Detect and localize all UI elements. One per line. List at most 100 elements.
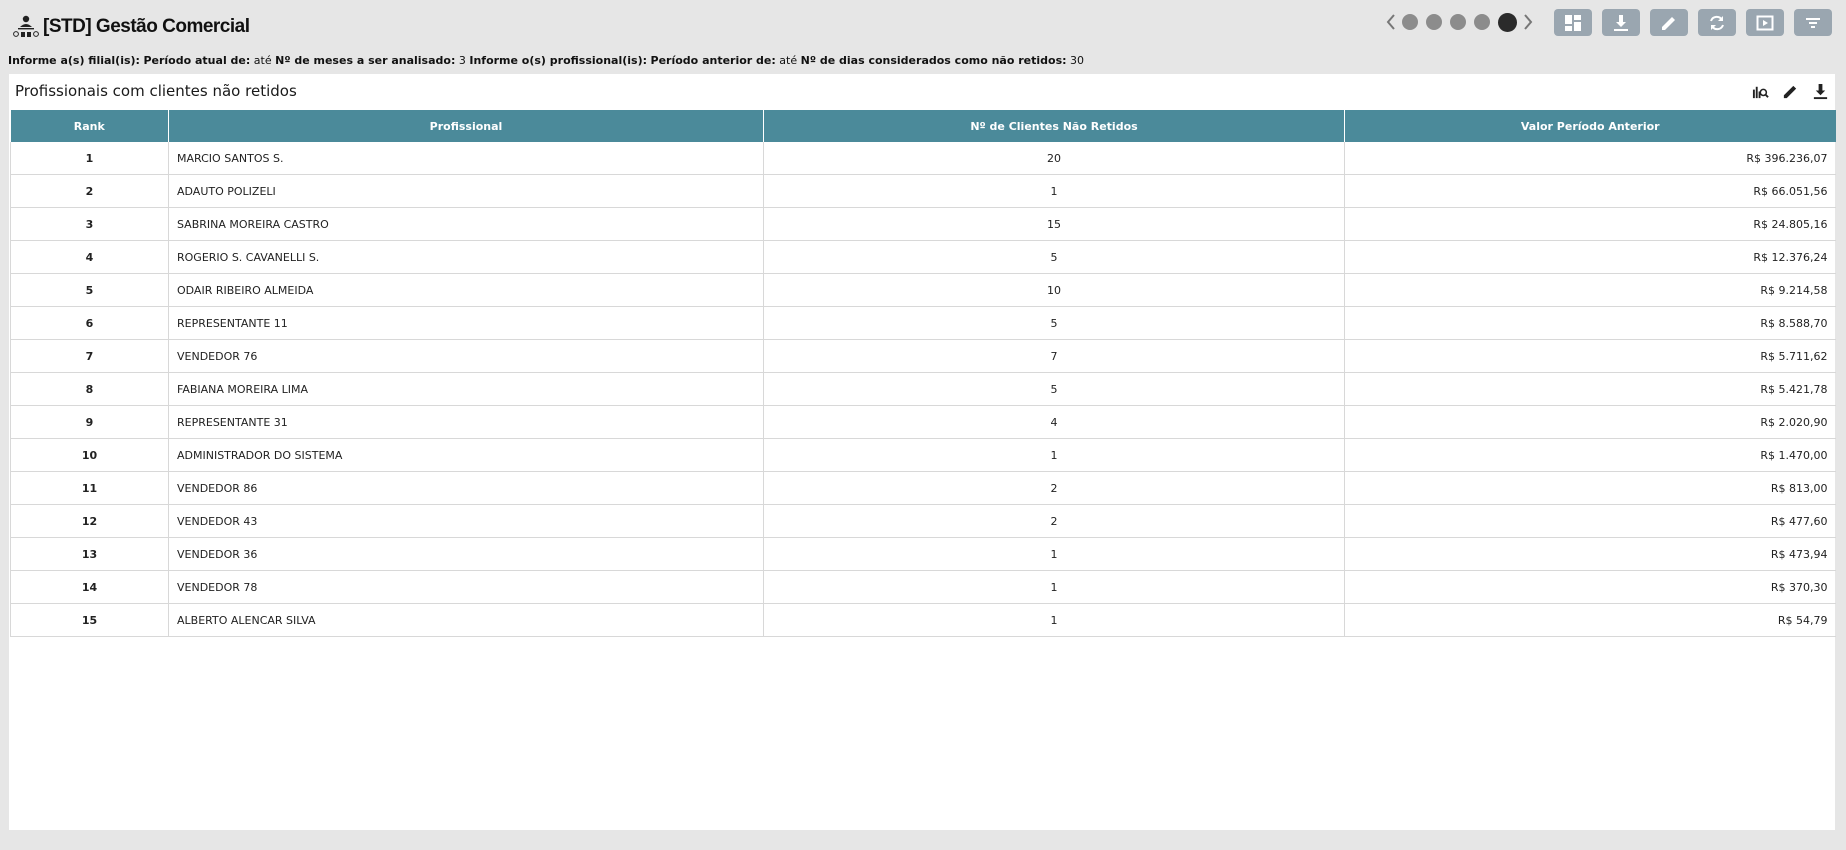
cell-clientes: 1 [763, 174, 1345, 208]
chevron-right-icon[interactable] [1521, 12, 1535, 32]
refresh-button[interactable] [1698, 9, 1736, 36]
page-dot-2[interactable] [1426, 14, 1442, 30]
table-row[interactable]: 13 VENDEDOR 36 1 R$ 473,94 [10, 537, 1836, 571]
cell-valor: R$ 477,60 [1344, 504, 1836, 538]
page-dot-4[interactable] [1474, 14, 1490, 30]
filter-value: até [253, 54, 272, 67]
table-row[interactable]: 9 REPRESENTANTE 31 4 R$ 2.020,90 [10, 405, 1836, 439]
cell-profissional: VENDEDOR 86 [168, 471, 764, 505]
filter-label: Nº de meses a ser analisado: [275, 54, 456, 67]
table-body: 1 MARCIO SANTOS S. 20 R$ 396.236,07 2 ADAUTO … [10, 142, 1836, 637]
filter-button[interactable] [1794, 9, 1832, 36]
table-header-row: Rank Profissional Nº de Clientes Não Ret… [10, 110, 1836, 142]
cell-clientes: 5 [763, 372, 1345, 406]
column-header-profissional[interactable]: Profissional [168, 110, 764, 142]
page-dot-3[interactable] [1450, 14, 1466, 30]
cell-rank: 13 [10, 537, 169, 571]
page-title: [STD] Gestão Comercial [43, 16, 250, 37]
filter-value: 3 [458, 54, 466, 67]
cell-rank: 2 [10, 174, 169, 208]
cell-profissional: VENDEDOR 76 [168, 339, 764, 373]
cell-rank: 6 [10, 306, 169, 340]
table-row[interactable]: 3 SABRINA MOREIRA CASTRO 15 R$ 24.805,16 [10, 207, 1836, 241]
dashboard-button[interactable] [1554, 9, 1592, 36]
cell-clientes: 1 [763, 570, 1345, 604]
table-row[interactable]: 12 VENDEDOR 43 2 R$ 477,60 [10, 504, 1836, 538]
filter-label: Informe o(s) profissional(is): [469, 54, 648, 67]
filter-summary: Informe a(s) filial(is): Período atual d… [8, 54, 1084, 67]
cell-valor: R$ 66.051,56 [1344, 174, 1836, 208]
cell-clientes: 1 [763, 537, 1345, 571]
cell-clientes: 20 [763, 142, 1345, 175]
table-row[interactable]: 15 ALBERTO ALENCAR SILVA 1 R$ 54,79 [10, 603, 1836, 637]
table-row[interactable]: 4 ROGERIO S. CAVANELLI S. 5 R$ 12.376,24 [10, 240, 1836, 274]
report-panel: Profissionais com clientes não retidos R… [9, 74, 1836, 830]
cell-profissional: VENDEDOR 36 [168, 537, 764, 571]
cell-clientes: 15 [763, 207, 1345, 241]
filter-label: Informe a(s) filial(is): [8, 54, 140, 67]
table-row[interactable]: 1 MARCIO SANTOS S. 20 R$ 396.236,07 [10, 142, 1836, 175]
cell-rank: 12 [10, 504, 169, 538]
cell-profissional: VENDEDOR 78 [168, 570, 764, 604]
cell-valor: R$ 24.805,16 [1344, 207, 1836, 241]
cell-profissional: FABIANA MOREIRA LIMA [168, 372, 764, 406]
table-row[interactable]: 11 VENDEDOR 86 2 R$ 813,00 [10, 471, 1836, 505]
cell-valor: R$ 473,94 [1344, 537, 1836, 571]
table-row[interactable]: 10 ADMINISTRADOR DO SISTEMA 1 R$ 1.470,00 [10, 438, 1836, 472]
filter-label: Período atual de: [143, 54, 251, 67]
presentation-icon [1756, 15, 1774, 30]
table-row[interactable]: 5 ODAIR RIBEIRO ALMEIDA 10 R$ 9.214,58 [10, 273, 1836, 307]
edit-button[interactable] [1650, 9, 1688, 36]
cell-valor: R$ 5.421,78 [1344, 372, 1836, 406]
page-dot-5-active[interactable] [1498, 12, 1517, 32]
filter-value: 30 [1070, 54, 1085, 67]
page-dot-1[interactable] [1402, 14, 1418, 30]
cell-rank: 10 [10, 438, 169, 472]
refresh-icon [1710, 15, 1724, 30]
cell-clientes: 2 [763, 471, 1345, 505]
filter-label: Período anterior de: [650, 54, 776, 67]
cell-rank: 4 [10, 240, 169, 274]
cell-clientes: 4 [763, 405, 1345, 439]
filter-icon [1806, 17, 1820, 28]
filter-label: Nº de dias considerados como não retidos… [800, 54, 1067, 67]
table-row[interactable]: 8 FABIANA MOREIRA LIMA 5 R$ 5.421,78 [10, 372, 1836, 406]
cell-clientes: 5 [763, 240, 1345, 274]
cell-valor: R$ 9.214,58 [1344, 273, 1836, 307]
cell-rank: 3 [10, 207, 169, 241]
column-header-rank[interactable]: Rank [10, 110, 169, 142]
column-header-clientes[interactable]: Nº de Clientes Não Retidos [763, 110, 1345, 142]
dashboard-icon [1565, 14, 1581, 31]
cell-clientes: 1 [763, 438, 1345, 472]
dashboard-pager [1384, 12, 1535, 32]
cell-rank: 14 [10, 570, 169, 604]
analytics-icon[interactable] [1751, 82, 1769, 100]
edit-icon[interactable] [1781, 82, 1799, 100]
cell-rank: 1 [10, 142, 169, 175]
cell-rank: 9 [10, 405, 169, 439]
table-row[interactable]: 7 VENDEDOR 76 7 R$ 5.711,62 [10, 339, 1836, 373]
presentation-button[interactable] [1746, 9, 1784, 36]
cell-valor: R$ 8.588,70 [1344, 306, 1836, 340]
table-row[interactable]: 2 ADAUTO POLIZELI 1 R$ 66.051,56 [10, 174, 1836, 208]
toolbar [1554, 9, 1832, 36]
table-row[interactable]: 14 VENDEDOR 78 1 R$ 370,30 [10, 570, 1836, 604]
table-row[interactable]: 6 REPRESENTANTE 11 5 R$ 8.588,70 [10, 306, 1836, 340]
chevron-left-icon[interactable] [1384, 12, 1398, 32]
cell-valor: R$ 12.376,24 [1344, 240, 1836, 274]
cell-clientes: 5 [763, 306, 1345, 340]
cell-profissional: REPRESENTANTE 11 [168, 306, 764, 340]
download-icon[interactable] [1811, 82, 1829, 100]
cell-clientes: 1 [763, 603, 1345, 637]
download-icon [1614, 14, 1628, 31]
cell-profissional: VENDEDOR 43 [168, 504, 764, 538]
column-header-valor[interactable]: Valor Período Anterior [1344, 110, 1836, 142]
cell-rank: 11 [10, 471, 169, 505]
download-button[interactable] [1602, 9, 1640, 36]
cell-valor: R$ 370,30 [1344, 570, 1836, 604]
cell-profissional: SABRINA MOREIRA CASTRO [168, 207, 764, 241]
cell-rank: 5 [10, 273, 169, 307]
cell-valor: R$ 5.711,62 [1344, 339, 1836, 373]
cell-profissional: ALBERTO ALENCAR SILVA [168, 603, 764, 637]
cell-profissional: ODAIR RIBEIRO ALMEIDA [168, 273, 764, 307]
